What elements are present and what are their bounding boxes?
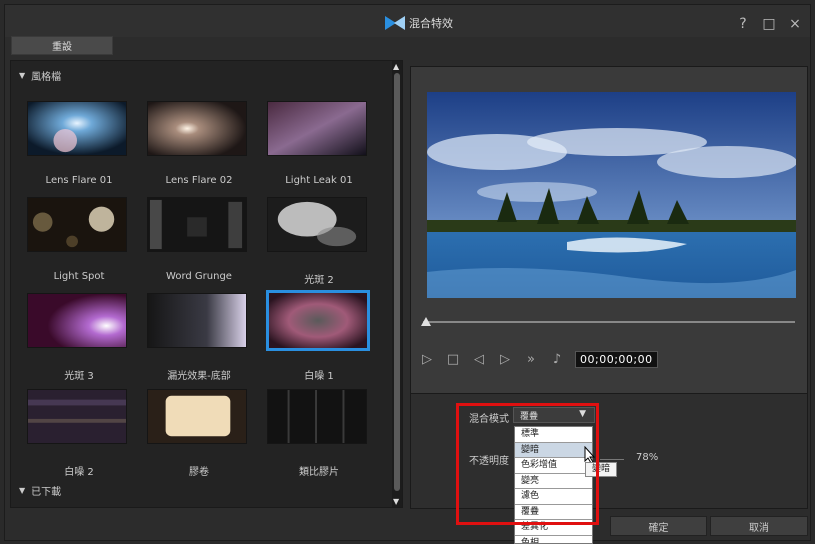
effect-thumbnail [266, 290, 370, 351]
effect-thumbnail [147, 101, 247, 156]
close-icon[interactable]: × [788, 16, 802, 32]
opacity-slider[interactable] [600, 459, 624, 460]
effect-item[interactable]: Lens Flare 01 [27, 101, 131, 186]
effect-item[interactable]: 類比膠片 [267, 389, 371, 478]
playback-controls: ▷ □ ◁ ▷ » ♪ 00;00;00;00 [419, 349, 658, 369]
cancel-button[interactable]: 取消 [710, 516, 808, 536]
next-frame-icon[interactable]: ▷ [497, 352, 513, 367]
category-style[interactable]: ▼ 風格檔 [19, 67, 61, 83]
effect-label: Light Spot [53, 271, 105, 282]
play-icon[interactable]: ▷ [419, 352, 435, 367]
scrollbar-thumb[interactable] [394, 73, 400, 491]
timeline-slider-thumb[interactable] [421, 317, 431, 326]
effect-item[interactable]: 膠卷 [147, 389, 251, 478]
effect-thumbnail [147, 293, 247, 348]
stop-icon[interactable]: □ [445, 352, 461, 367]
window-title: 混合特效 [385, 15, 453, 31]
effect-item[interactable]: Lens Flare 02 [147, 101, 251, 186]
annotation-highlight-box [456, 403, 599, 525]
effect-thumbnail [147, 389, 247, 444]
window-controls: ? □ × [736, 16, 802, 32]
effect-item[interactable]: 光斑 3 [27, 293, 131, 382]
effect-item[interactable]: Light Leak 01 [267, 101, 371, 186]
effect-label: 漏光效果-底部 [167, 371, 231, 382]
expand-triangle-icon: ▼ [19, 70, 26, 80]
effect-library-panel: ▼ 風格檔 Lens Flare 01 Lens Flare 02 Light … [10, 60, 403, 508]
effect-label: 白噪 1 [304, 371, 334, 382]
effect-label: Light Leak 01 [285, 175, 353, 186]
opacity-value: 78% [636, 452, 659, 463]
category-downloaded[interactable]: ▼ 已下載 [19, 482, 61, 498]
effect-label: 膠卷 [189, 467, 209, 478]
effect-label: Word Grunge [166, 271, 232, 282]
effect-item[interactable]: Light Spot [27, 197, 131, 282]
effect-thumbnail [147, 197, 247, 252]
effect-label: Lens Flare 02 [165, 175, 233, 186]
title-bar: 混合特效 ? □ × [5, 5, 810, 37]
effect-label: 類比膠片 [299, 467, 339, 478]
timecode-display: 00;00;00;00 [575, 350, 658, 368]
volume-icon[interactable]: ♪ [549, 352, 565, 367]
ok-button[interactable]: 確定 [610, 516, 707, 536]
preview-panel: ▷ □ ◁ ▷ » ♪ 00;00;00;00 [410, 66, 808, 394]
effect-thumbnail [267, 101, 367, 156]
app-logo-icon [385, 16, 405, 30]
effect-item-selected[interactable]: 白噪 1 [266, 290, 371, 382]
fast-forward-icon[interactable]: » [523, 352, 539, 367]
library-scrollbar[interactable]: ▲ ▼ [392, 61, 402, 507]
effect-item[interactable]: 光斑 2 [267, 197, 371, 286]
effect-label: Lens Flare 01 [45, 175, 113, 186]
category-downloaded-label: 已下載 [31, 486, 62, 498]
category-style-label: 風格檔 [31, 71, 62, 83]
effect-item[interactable]: Word Grunge [147, 197, 251, 282]
preview-image [427, 92, 796, 298]
effect-thumbnail [27, 197, 127, 252]
effect-label: 光斑 3 [64, 371, 94, 382]
effect-item[interactable]: 白噪 2 [27, 389, 131, 478]
prev-frame-icon[interactable]: ◁ [471, 352, 487, 367]
effect-item[interactable]: 漏光效果-底部 [147, 293, 251, 382]
scroll-up-icon[interactable]: ▲ [393, 62, 399, 71]
effect-thumbnail [267, 389, 367, 444]
timeline-slider[interactable] [423, 321, 795, 323]
window-title-text: 混合特效 [409, 17, 453, 30]
effect-thumbnail [27, 389, 127, 444]
reset-button[interactable]: 重設 [11, 36, 113, 55]
scroll-down-icon[interactable]: ▼ [393, 497, 399, 506]
effect-label: 白噪 2 [64, 467, 94, 478]
help-icon[interactable]: ? [736, 16, 750, 32]
maximize-icon[interactable]: □ [762, 16, 776, 32]
effect-thumbnail [267, 197, 367, 252]
effect-label: 光斑 2 [304, 275, 334, 286]
blend-option[interactable]: 色相 [515, 536, 592, 544]
effect-thumbnail [27, 101, 127, 156]
expand-triangle-icon: ▼ [19, 485, 26, 495]
effect-thumbnail [27, 293, 127, 348]
